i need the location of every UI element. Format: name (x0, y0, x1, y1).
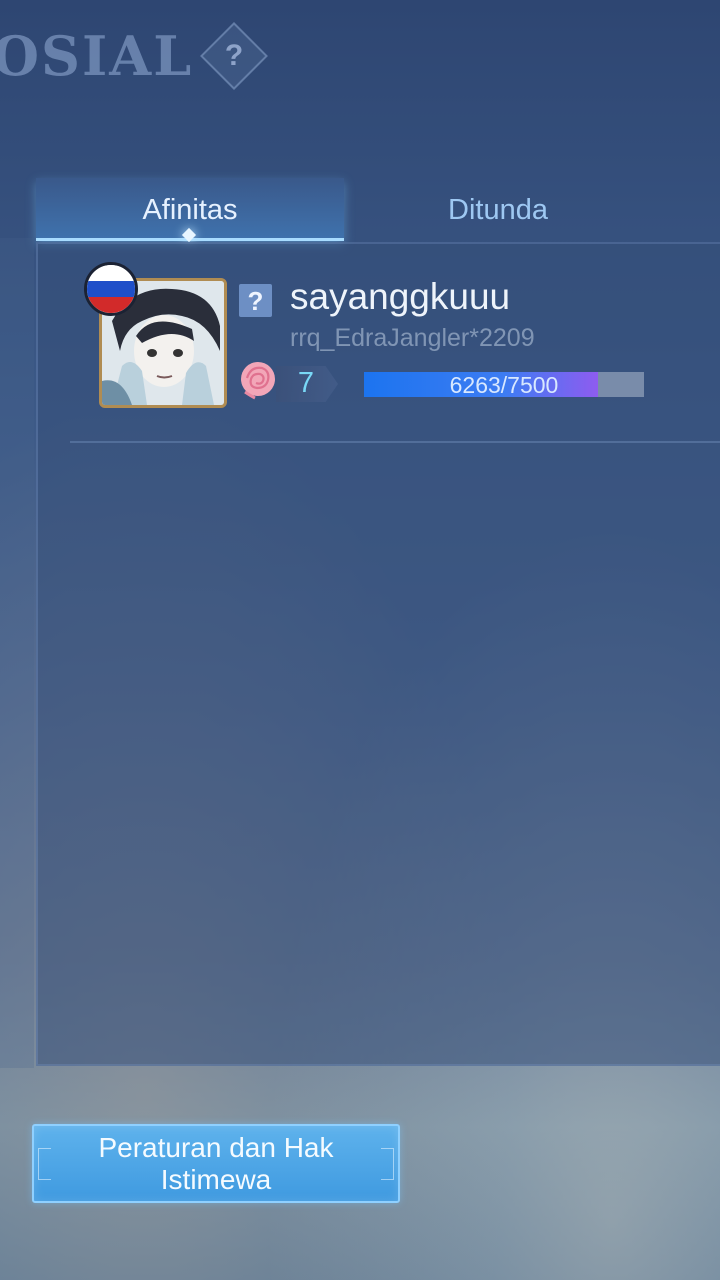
affinity-level: 7 (297, 367, 315, 399)
friend-list-panel: ? sayanggkuuu rrq_EdraJangler*2209 7 626… (36, 242, 720, 1066)
affinity-progress-text: 6263/7500 (449, 372, 559, 398)
rules-privileges-label: Peraturan dan Hak Istimewa (98, 1131, 334, 1195)
friend-id: rrq_EdraJangler*2209 (290, 324, 535, 352)
help-icon[interactable]: ? (210, 32, 258, 80)
friend-card[interactable]: ? sayanggkuuu rrq_EdraJangler*2209 7 626… (38, 244, 720, 444)
question-badge-icon[interactable]: ? (239, 284, 272, 317)
left-edge-decoration (0, 238, 34, 1068)
tab-ditunda[interactable]: Ditunda (344, 178, 652, 238)
tab-bar: Afinitas Ditunda (36, 178, 720, 241)
affinity-progress-bar: 6263/7500 (364, 372, 644, 398)
tab-afinitas[interactable]: Afinitas (36, 178, 344, 241)
button-left-ornament (38, 1148, 51, 1180)
rose-icon (241, 362, 275, 400)
button-right-ornament (381, 1148, 394, 1180)
rules-privileges-button[interactable]: Peraturan dan Hak Istimewa (32, 1124, 400, 1203)
page-title: OSIAL (0, 24, 194, 88)
country-flag-icon (84, 262, 138, 316)
divider (70, 441, 720, 443)
friend-name: sayanggkuuu (290, 276, 511, 317)
